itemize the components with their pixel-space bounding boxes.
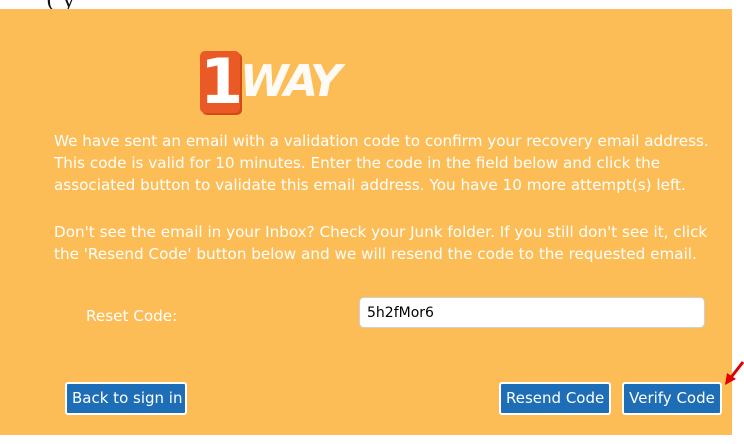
verify-code-button[interactable]: Verify Code (622, 382, 722, 415)
oneway-logo: 1 WAY (198, 47, 342, 117)
reset-code-input[interactable] (359, 297, 705, 328)
reset-code-label: Reset Code: (86, 307, 178, 325)
code-verification-panel: 1 WAY We have sent an email with a valid… (0, 9, 732, 435)
logo-mark-text: 1 (200, 45, 244, 118)
logo-word: WAY (240, 56, 342, 107)
logo-mark: 1 (200, 47, 243, 117)
instruction-paragraph: We have sent an email with a validation … (54, 132, 709, 194)
back-to-sign-in-button[interactable]: Back to sign in (65, 382, 187, 415)
junk-folder-paragraph: Don't see the email in your Inbox? Check… (54, 223, 708, 263)
red-arrow-icon (725, 361, 744, 385)
resend-code-button[interactable]: Resend Code (499, 382, 611, 415)
